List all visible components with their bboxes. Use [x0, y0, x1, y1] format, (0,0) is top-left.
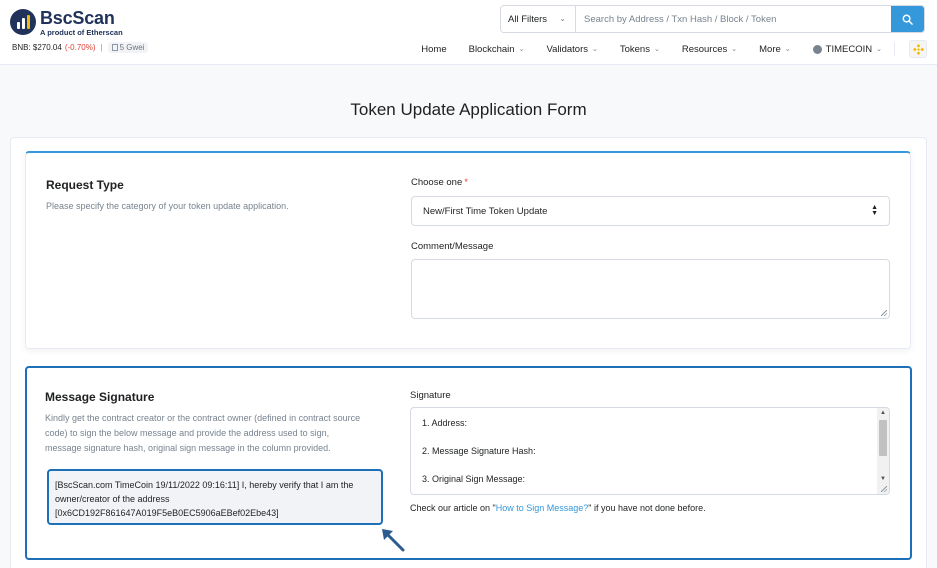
brand-subtitle: A product of Etherscan [40, 28, 123, 37]
help-prefix: Check our article on " [410, 503, 496, 513]
brand-name: BscScan [40, 8, 115, 28]
chevron-down-icon: ⌄ [731, 46, 738, 53]
nav-resources[interactable]: Resources ⌄ [682, 44, 737, 55]
request-type-selected: New/First Time Token Update [423, 205, 548, 217]
chevron-down-icon: ⌄ [559, 14, 566, 23]
nav-blockchain[interactable]: Blockchain ⌄ [469, 44, 525, 55]
nav-tokens-label: Tokens [619, 43, 650, 55]
choose-one-text: Choose one [411, 177, 463, 188]
comment-label: Comment/Message [411, 241, 494, 252]
sign-message-line: owner/creator of the address [55, 494, 170, 504]
choose-one-label: Choose one * [411, 177, 468, 188]
sign-help-text: Check our article on "How to Sign Messag… [410, 503, 706, 513]
chevron-down-icon: ⌄ [591, 46, 598, 53]
nav-home[interactable]: Home [421, 44, 446, 55]
search-button[interactable] [891, 6, 924, 32]
signature-line-address: 1. Address: [422, 418, 468, 428]
nav-validators[interactable]: Validators ⌄ [546, 44, 597, 55]
nav-user-label: TIMECOIN [825, 43, 873, 55]
required-marker: * [464, 177, 468, 188]
scroll-up-arrow-icon[interactable]: ▲ [877, 410, 889, 416]
resize-grip-icon[interactable] [881, 310, 887, 316]
scrollbar-thumb[interactable] [879, 420, 887, 456]
logo-icon [10, 9, 36, 35]
price-change: (-0.70%) [64, 43, 96, 52]
request-type-select[interactable]: New/First Time Token Update ▲ ▼ [411, 196, 890, 226]
page-title: Token Update Application Form [350, 100, 587, 119]
signature-line-hash: 2. Message Signature Hash: [422, 446, 536, 456]
chevron-down-icon: ⌄ [784, 46, 791, 53]
nav-validators-label: Validators [546, 43, 588, 55]
chevron-down-icon: ⌄ [653, 46, 660, 53]
resize-grip-icon[interactable] [881, 486, 887, 492]
message-signature-title: Message Signature [45, 390, 155, 404]
main-nav: Home Blockchain ⌄ Validators ⌄ Tokens ⌄ Res… [399, 38, 927, 60]
bnb-logo-icon [912, 43, 924, 55]
nav-more-label: More [759, 43, 781, 55]
search-filter-label: All Filters [508, 13, 548, 25]
comment-textarea[interactable] [411, 259, 890, 319]
search-filter-select[interactable]: All Filters ⌄ [501, 6, 576, 32]
gas-value: 5 Gwei [119, 43, 145, 52]
bnb-network-button[interactable] [909, 40, 927, 58]
signature-textarea[interactable]: 1. Address: 2. Message Signature Hash: 3… [410, 407, 890, 495]
signature-scrollbar[interactable]: ▲ ▼ [877, 408, 889, 494]
signature-line-original: 3. Original Sign Message: [422, 474, 526, 484]
message-signature-description: Kindly get the contract creator or the c… [45, 411, 390, 456]
price-separator: | [100, 43, 103, 52]
gas-pump-icon [111, 44, 118, 51]
how-to-sign-link[interactable]: How to Sign Message? [496, 503, 589, 513]
sign-message-address: [0x6CD192F861647A019F5eB0EC5906aEBef02Eb… [55, 508, 279, 518]
search-input[interactable] [576, 6, 891, 32]
scroll-down-arrow-icon[interactable]: ▼ [877, 476, 889, 482]
chevron-down-icon: ⌄ [876, 46, 882, 53]
nav-user-account[interactable]: TIMECOIN ⌄ [812, 43, 882, 55]
site-header: BscScan A product of Etherscan BNB: $270… [0, 0, 937, 65]
description-line: code) to sign the below message and prov… [45, 428, 330, 438]
price-ticker: BNB: $270.04 (-0.70%) | 5 Gwei [12, 42, 149, 53]
user-circle-icon [812, 44, 822, 54]
annotation-arrow-icon [382, 529, 405, 552]
nav-resources-label: Resources [681, 43, 728, 55]
select-arrows-icon: ▲ ▼ [871, 204, 878, 217]
description-line: message signature hash, original sign me… [45, 443, 331, 453]
help-suffix: " if you have not done before. [588, 503, 706, 513]
request-type-title: Request Type [46, 178, 124, 192]
nav-divider [894, 42, 895, 56]
signature-label: Signature [410, 390, 451, 401]
gas-badge[interactable]: 5 Gwei [107, 42, 149, 53]
nav-home-label: Home [421, 43, 447, 55]
nav-more[interactable]: More ⌄ [759, 44, 791, 55]
sign-message-box[interactable]: [BscScan.com TimeCoin 19/11/2022 09:16:1… [47, 469, 383, 525]
nav-tokens[interactable]: Tokens ⌄ [620, 44, 660, 55]
search-icon [902, 14, 913, 25]
bscscan-logo[interactable]: BscScan A product of Etherscan [10, 9, 123, 37]
request-type-description: Please specify the category of your toke… [46, 201, 289, 211]
description-line: Kindly get the contract creator or the c… [45, 413, 361, 423]
message-signature-section: Message Signature Kindly get the contrac… [25, 366, 912, 560]
search-bar: All Filters ⌄ [500, 5, 925, 33]
bnb-price[interactable]: BNB: $270.04 [12, 43, 62, 52]
request-type-section: Request Type Please specify the category… [25, 151, 911, 349]
sign-message-line: [BscScan.com TimeCoin 19/11/2022 09:16:1… [55, 480, 354, 490]
chevron-down-icon: ⌄ [518, 46, 525, 53]
nav-blockchain-label: Blockchain [468, 43, 515, 55]
